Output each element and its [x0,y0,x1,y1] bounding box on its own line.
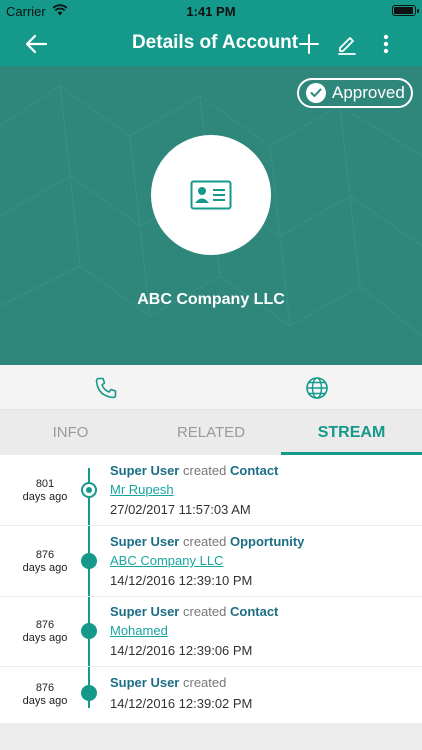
pencil-icon [338,37,356,55]
id-card-icon [190,180,232,210]
stream-item: 876 days ago Super User created 14/12/201… [0,667,422,738]
tab-info[interactable]: INFO [0,410,141,455]
call-button[interactable] [93,375,119,401]
stream-user[interactable]: Super User [110,675,179,690]
contact-actions [0,365,422,410]
approved-badge: Approved [297,78,413,108]
stream-record-link[interactable]: Mohamed [110,623,168,638]
stream-summary: Super User created [110,675,227,690]
stream-user[interactable]: Super User [110,534,179,549]
plus-icon [299,34,319,54]
tab-related[interactable]: RELATED [141,410,281,455]
approved-label: Approved [332,83,405,102]
account-header: Approved ABC Company LLC [0,66,422,365]
days-ago: 876 days ago [22,682,68,707]
nav-bar: Details of Account [0,22,422,66]
stream-summary: Super User created Contact [110,463,279,478]
stream-record-link[interactable]: Mr Rupesh [110,482,174,497]
tab-stream[interactable]: STREAM [281,410,422,455]
detail-tabs: INFO RELATED STREAM [0,410,422,455]
status-bar: Carrier 1:41 PM [0,0,422,22]
stream-item: 801 days ago Super User created Contact M… [0,455,422,526]
stream-date: 14/12/2016 12:39:02 PM [110,696,253,711]
stream-summary: Super User created Contact [110,604,279,619]
stream-record-link[interactable]: ABC Company LLC [110,553,223,568]
globe-icon [306,377,328,399]
more-vertical-icon [383,34,389,54]
activity-stream: 801 days ago Super User created Contact M… [0,455,422,723]
website-button[interactable] [304,375,330,401]
clock: 1:41 PM [186,4,236,19]
days-ago: 801 days ago [22,478,68,503]
timeline-dot [81,623,97,639]
timeline-dot [81,685,97,701]
more-button[interactable] [372,30,400,58]
check-circle-icon [306,83,326,103]
company-name: ABC Company LLC [137,291,285,308]
stream-user[interactable]: Super User [110,604,179,619]
stream-item: 876 days ago Super User created Opportuni… [0,526,422,597]
timeline-dot-current [81,482,97,498]
stream-date: 27/02/2017 11:57:03 AM [110,502,251,517]
account-avatar [151,135,271,255]
edit-button[interactable] [333,30,361,58]
stream-date: 14/12/2016 12:39:10 PM [110,573,253,588]
phone-icon [95,377,117,399]
stream-summary: Super User created Opportunity [110,534,305,549]
add-button[interactable] [295,30,323,58]
days-ago: 876 days ago [22,549,68,574]
stream-user[interactable]: Super User [110,463,179,478]
stream-date: 14/12/2016 12:39:06 PM [110,643,253,658]
days-ago: 876 days ago [22,619,68,644]
stream-item: 876 days ago Super User created Contact M… [0,596,422,667]
battery-icon [392,5,419,16]
timeline-dot [81,553,97,569]
